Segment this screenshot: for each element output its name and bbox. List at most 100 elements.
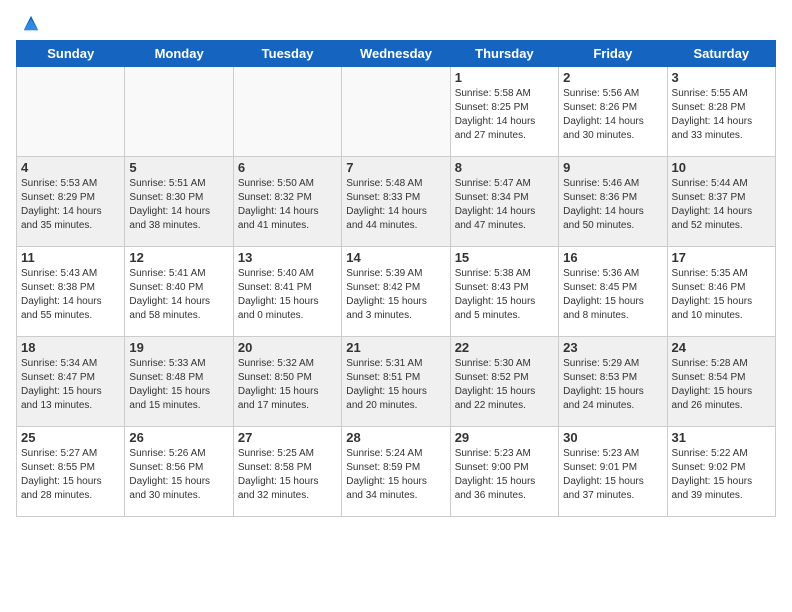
calendar-day-cell: 3 Sunrise: 5:55 AM Sunset: 8:28 PM Daylig… xyxy=(667,67,775,157)
day-number: 15 xyxy=(455,250,554,265)
calendar-day-cell: 16Sunrise: 5:36 AM Sunset: 8:45 PM Dayli… xyxy=(559,247,667,337)
logo xyxy=(20,18,40,32)
calendar-day-cell: 27Sunrise: 5:25 AM Sunset: 8:58 PM Dayli… xyxy=(233,427,341,517)
day-info: Sunrise: 5:40 AM Sunset: 8:41 PM Dayligh… xyxy=(238,267,337,323)
calendar-day-cell: 12Sunrise: 5:41 AM Sunset: 8:40 PM Dayli… xyxy=(125,247,233,337)
day-info: Sunrise: 5:50 AM Sunset: 8:32 PM Dayligh… xyxy=(238,177,337,233)
day-number: 5 xyxy=(129,160,228,175)
calendar-day-cell: 11 Sunrise: 5:43 AM Sunset: 8:38 PM Dayli… xyxy=(17,247,125,337)
day-info: Sunrise: 5:48 AM Sunset: 8:33 PM Dayligh… xyxy=(346,177,445,233)
day-number: 7 xyxy=(346,160,445,175)
day-info: Sunrise: 5:25 AM Sunset: 8:58 PM Dayligh… xyxy=(238,447,337,503)
day-info: Sunrise: 5:30 AM Sunset: 8:52 PM Dayligh… xyxy=(455,357,554,413)
weekday-header-sunday: Sunday xyxy=(17,41,125,67)
day-number: 21 xyxy=(346,340,445,355)
day-number: 8 xyxy=(455,160,554,175)
day-info: Sunrise: 5:44 AM Sunset: 8:37 PM Dayligh… xyxy=(672,177,771,233)
day-number: 28 xyxy=(346,430,445,445)
day-info: Sunrise: 5:43 AM Sunset: 8:38 PM Dayligh… xyxy=(21,267,120,323)
logo-icon xyxy=(22,14,40,32)
calendar-day-cell: 31 Sunrise: 5:22 AM Sunset: 9:02 PM Dayli… xyxy=(667,427,775,517)
calendar-day-cell: 18 Sunrise: 5:34 AM Sunset: 8:47 PM Dayli… xyxy=(17,337,125,427)
day-info: Sunrise: 5:35 AM Sunset: 8:46 PM Dayligh… xyxy=(672,267,771,323)
day-number: 30 xyxy=(563,430,662,445)
calendar-day-cell xyxy=(17,67,125,157)
day-number: 9 xyxy=(563,160,662,175)
day-info: Sunrise: 5:47 AM Sunset: 8:34 PM Dayligh… xyxy=(455,177,554,233)
day-info: Sunrise: 5:46 AM Sunset: 8:36 PM Dayligh… xyxy=(563,177,662,233)
day-number: 2 xyxy=(563,70,662,85)
day-info: Sunrise: 5:36 AM Sunset: 8:45 PM Dayligh… xyxy=(563,267,662,323)
day-number: 19 xyxy=(129,340,228,355)
calendar-week-row: 11 Sunrise: 5:43 AM Sunset: 8:38 PM Dayli… xyxy=(17,247,776,337)
day-info: Sunrise: 5:38 AM Sunset: 8:43 PM Dayligh… xyxy=(455,267,554,323)
calendar-day-cell: 26Sunrise: 5:26 AM Sunset: 8:56 PM Dayli… xyxy=(125,427,233,517)
day-number: 31 xyxy=(672,430,771,445)
day-info: Sunrise: 5:51 AM Sunset: 8:30 PM Dayligh… xyxy=(129,177,228,233)
calendar-day-cell: 13 Sunrise: 5:40 AM Sunset: 8:41 PM Dayli… xyxy=(233,247,341,337)
calendar-day-cell: 24 Sunrise: 5:28 AM Sunset: 8:54 PM Dayli… xyxy=(667,337,775,427)
calendar-day-cell: 29 Sunrise: 5:23 AM Sunset: 9:00 PM Dayli… xyxy=(450,427,558,517)
day-number: 10 xyxy=(672,160,771,175)
calendar-day-cell: 17 Sunrise: 5:35 AM Sunset: 8:46 PM Dayli… xyxy=(667,247,775,337)
day-number: 14 xyxy=(346,250,445,265)
day-number: 4 xyxy=(21,160,120,175)
day-number: 17 xyxy=(672,250,771,265)
day-info: Sunrise: 5:33 AM Sunset: 8:48 PM Dayligh… xyxy=(129,357,228,413)
weekday-header-monday: Monday xyxy=(125,41,233,67)
calendar-day-cell xyxy=(125,67,233,157)
day-info: Sunrise: 5:23 AM Sunset: 9:01 PM Dayligh… xyxy=(563,447,662,503)
day-info: Sunrise: 5:24 AM Sunset: 8:59 PM Dayligh… xyxy=(346,447,445,503)
day-info: Sunrise: 5:31 AM Sunset: 8:51 PM Dayligh… xyxy=(346,357,445,413)
calendar: SundayMondayTuesdayWednesdayThursdayFrid… xyxy=(16,40,776,517)
day-number: 18 xyxy=(21,340,120,355)
day-info: Sunrise: 5:27 AM Sunset: 8:55 PM Dayligh… xyxy=(21,447,120,503)
calendar-day-cell: 23 Sunrise: 5:29 AM Sunset: 8:53 PM Dayli… xyxy=(559,337,667,427)
day-number: 3 xyxy=(672,70,771,85)
day-number: 24 xyxy=(672,340,771,355)
day-info: Sunrise: 5:23 AM Sunset: 9:00 PM Dayligh… xyxy=(455,447,554,503)
calendar-day-cell: 20 Sunrise: 5:32 AM Sunset: 8:50 PM Dayli… xyxy=(233,337,341,427)
day-info: Sunrise: 5:29 AM Sunset: 8:53 PM Dayligh… xyxy=(563,357,662,413)
calendar-table: SundayMondayTuesdayWednesdayThursdayFrid… xyxy=(16,40,776,517)
day-info: Sunrise: 5:56 AM Sunset: 8:26 PM Dayligh… xyxy=(563,87,662,143)
day-number: 20 xyxy=(238,340,337,355)
day-number: 1 xyxy=(455,70,554,85)
day-info: Sunrise: 5:55 AM Sunset: 8:28 PM Dayligh… xyxy=(672,87,771,143)
day-number: 25 xyxy=(21,430,120,445)
calendar-day-cell: 15 Sunrise: 5:38 AM Sunset: 8:43 PM Dayli… xyxy=(450,247,558,337)
day-number: 29 xyxy=(455,430,554,445)
calendar-day-cell: 7 Sunrise: 5:48 AM Sunset: 8:33 PM Daylig… xyxy=(342,157,450,247)
weekday-header-friday: Friday xyxy=(559,41,667,67)
calendar-day-cell: 2 Sunrise: 5:56 AM Sunset: 8:26 PM Daylig… xyxy=(559,67,667,157)
calendar-week-row: 18 Sunrise: 5:34 AM Sunset: 8:47 PM Dayli… xyxy=(17,337,776,427)
day-info: Sunrise: 5:32 AM Sunset: 8:50 PM Dayligh… xyxy=(238,357,337,413)
calendar-week-row: 1 Sunrise: 5:58 AM Sunset: 8:25 PM Daylig… xyxy=(17,67,776,157)
calendar-day-cell: 14 Sunrise: 5:39 AM Sunset: 8:42 PM Dayli… xyxy=(342,247,450,337)
weekday-header-saturday: Saturday xyxy=(667,41,775,67)
header xyxy=(10,10,782,36)
day-info: Sunrise: 5:34 AM Sunset: 8:47 PM Dayligh… xyxy=(21,357,120,413)
day-info: Sunrise: 5:22 AM Sunset: 9:02 PM Dayligh… xyxy=(672,447,771,503)
day-number: 11 xyxy=(21,250,120,265)
day-info: Sunrise: 5:28 AM Sunset: 8:54 PM Dayligh… xyxy=(672,357,771,413)
day-info: Sunrise: 5:39 AM Sunset: 8:42 PM Dayligh… xyxy=(346,267,445,323)
calendar-day-cell: 8 Sunrise: 5:47 AM Sunset: 8:34 PM Daylig… xyxy=(450,157,558,247)
calendar-day-cell: 19 Sunrise: 5:33 AM Sunset: 8:48 PM Dayli… xyxy=(125,337,233,427)
calendar-day-cell xyxy=(233,67,341,157)
calendar-day-cell: 5 Sunrise: 5:51 AM Sunset: 8:30 PM Daylig… xyxy=(125,157,233,247)
day-info: Sunrise: 5:58 AM Sunset: 8:25 PM Dayligh… xyxy=(455,87,554,143)
weekday-header-tuesday: Tuesday xyxy=(233,41,341,67)
calendar-day-cell: 22Sunrise: 5:30 AM Sunset: 8:52 PM Dayli… xyxy=(450,337,558,427)
calendar-day-cell: 28 Sunrise: 5:24 AM Sunset: 8:59 PM Dayli… xyxy=(342,427,450,517)
calendar-week-row: 4Sunrise: 5:53 AM Sunset: 8:29 PM Daylig… xyxy=(17,157,776,247)
calendar-day-cell: 10 Sunrise: 5:44 AM Sunset: 8:37 PM Dayli… xyxy=(667,157,775,247)
day-info: Sunrise: 5:41 AM Sunset: 8:40 PM Dayligh… xyxy=(129,267,228,323)
calendar-day-cell: 21 Sunrise: 5:31 AM Sunset: 8:51 PM Dayli… xyxy=(342,337,450,427)
calendar-week-row: 25 Sunrise: 5:27 AM Sunset: 8:55 PM Dayli… xyxy=(17,427,776,517)
calendar-day-cell: 25 Sunrise: 5:27 AM Sunset: 8:55 PM Dayli… xyxy=(17,427,125,517)
day-info: Sunrise: 5:26 AM Sunset: 8:56 PM Dayligh… xyxy=(129,447,228,503)
day-number: 23 xyxy=(563,340,662,355)
weekday-header-row: SundayMondayTuesdayWednesdayThursdayFrid… xyxy=(17,41,776,67)
day-number: 13 xyxy=(238,250,337,265)
